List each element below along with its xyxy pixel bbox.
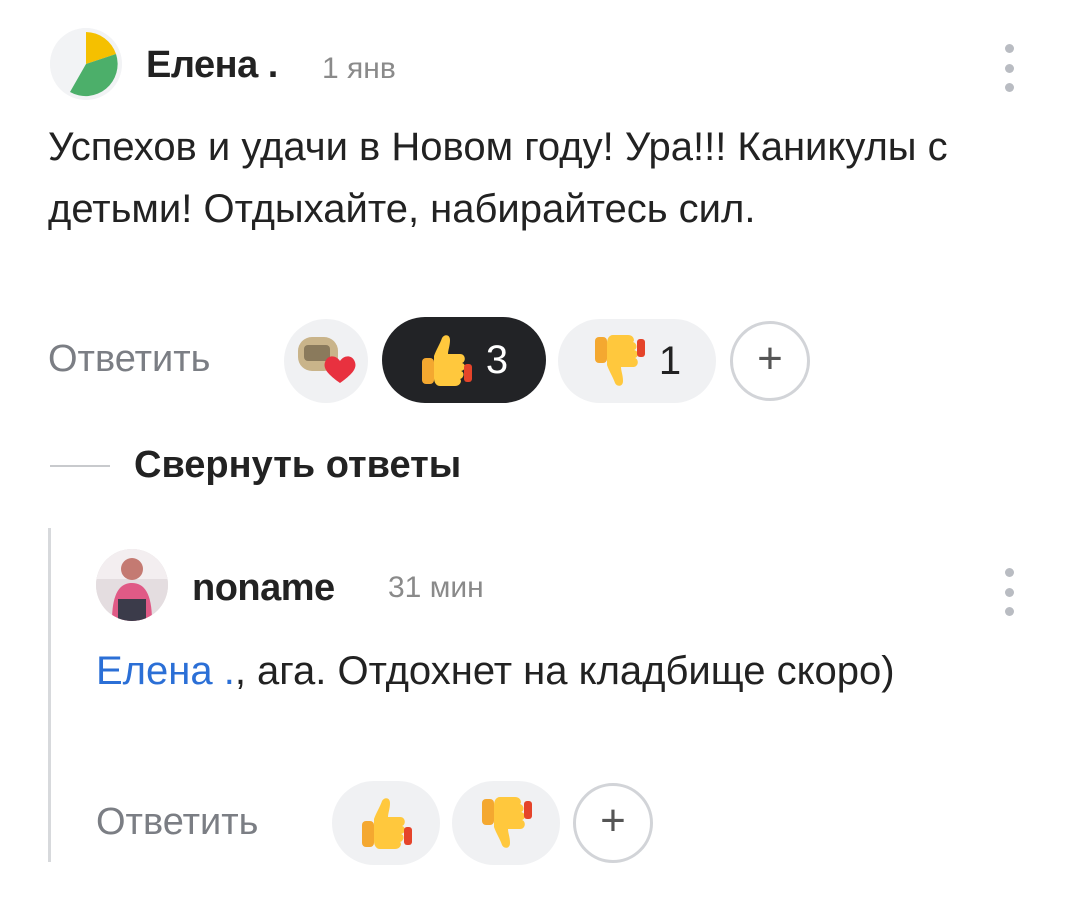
thumbs-down-icon — [594, 335, 645, 386]
dislike-button[interactable] — [452, 781, 560, 865]
more-vertical-icon[interactable] — [1002, 44, 1016, 92]
thumbs-down-icon — [482, 797, 532, 848]
reaction-heart-button[interactable] — [284, 319, 368, 403]
collapse-replies-button[interactable]: Свернуть ответы — [134, 444, 461, 487]
plus-icon: + — [757, 334, 783, 383]
plus-icon: + — [600, 796, 626, 845]
reply-timestamp: 31 мин — [388, 571, 484, 604]
dislike-count: 1 — [658, 338, 682, 383]
author-name[interactable]: Елена . — [146, 44, 278, 87]
avatar[interactable] — [96, 549, 168, 621]
thumbs-up-icon — [421, 335, 472, 386]
dislike-button[interactable]: 1 — [558, 319, 716, 403]
heart-icon — [298, 337, 356, 383]
reply-author-name[interactable]: noname — [192, 567, 335, 610]
like-button[interactable] — [332, 781, 440, 865]
avatar[interactable] — [50, 28, 122, 100]
divider — [50, 465, 110, 467]
reply-button[interactable]: Ответить — [48, 338, 210, 381]
reply-text: Елена ., ага. Отдохнет на кладбище скоро… — [96, 640, 976, 702]
thread-line — [48, 528, 51, 862]
mention-link[interactable]: Елена . — [96, 649, 235, 693]
like-button[interactable]: 3 — [382, 317, 546, 403]
comment-text: Успехов и удачи в Новом году! Ура!!! Кан… — [48, 125, 948, 231]
add-reaction-button[interactable]: + — [730, 321, 810, 401]
add-reaction-button[interactable]: + — [573, 783, 653, 863]
thumbs-up-icon — [362, 798, 412, 849]
like-count: 3 — [485, 337, 509, 382]
more-vertical-icon[interactable] — [1002, 568, 1016, 616]
avatar-photo-icon — [96, 549, 168, 621]
avatar-logo-icon — [50, 28, 122, 100]
reply-body: , ага. Отдохнет на кладбище скоро) — [234, 649, 895, 693]
reply-button[interactable]: Ответить — [96, 801, 258, 844]
comment-timestamp: 1 янв — [322, 52, 396, 85]
